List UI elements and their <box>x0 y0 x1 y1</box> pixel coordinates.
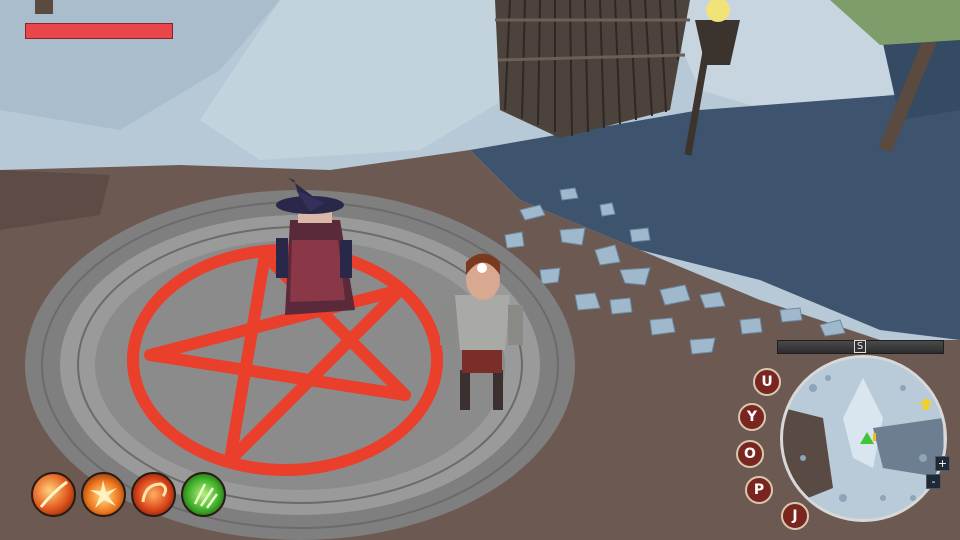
compass-bar: S <box>777 340 944 354</box>
minimap-zoom-out-button[interactable]: - <box>926 474 941 489</box>
green-poison-icon[interactable] <box>181 472 226 517</box>
j-journal-icon[interactable]: J <box>781 502 809 530</box>
minimap-terrain <box>783 358 944 519</box>
minimap[interactable] <box>780 355 947 522</box>
health-bar <box>25 23 173 39</box>
fire-burst-icon[interactable] <box>81 472 126 517</box>
p-profile-icon[interactable]: P <box>745 476 773 504</box>
u-magnet-icon[interactable]: U <box>753 368 781 396</box>
tree-trunk <box>35 0 53 14</box>
fire-slash-icon[interactable] <box>31 472 76 517</box>
quest-marker-icon <box>873 433 876 441</box>
fire-swirl-icon[interactable] <box>131 472 176 517</box>
y-skills-icon[interactable]: Y <box>738 403 766 431</box>
o-gear-icon[interactable]: O <box>736 440 764 468</box>
skill-bar <box>31 472 226 517</box>
compass-direction: S <box>854 340 866 353</box>
minimap-zoom-in-button[interactable]: + <box>935 456 950 471</box>
